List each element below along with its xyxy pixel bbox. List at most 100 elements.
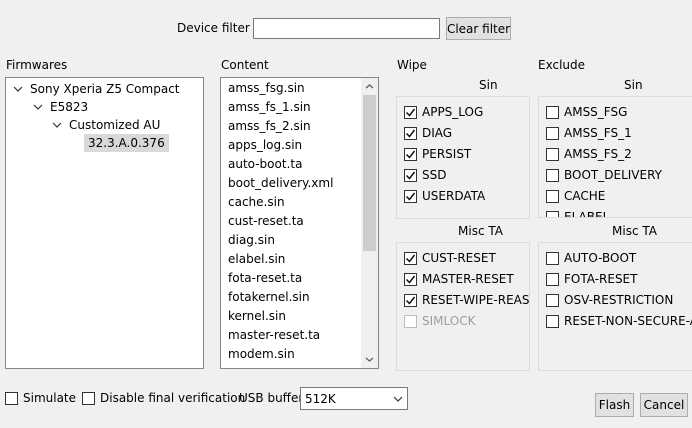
disable-verification-label: Disable final verification — [100, 391, 246, 405]
exclude-ta-fota-reset[interactable]: FOTA-RESET — [546, 270, 637, 288]
wipe-sin-userdata[interactable]: USERDATA — [404, 187, 485, 205]
checkbox-label: AMSS_FS_2 — [564, 147, 632, 161]
checkbox[interactable] — [546, 147, 559, 161]
firmwares-tree[interactable]: Sony Xperia Z5 Compact E5823 Customized … — [5, 77, 204, 369]
list-item[interactable]: modem.sin — [228, 345, 295, 364]
disable-verification-checkbox[interactable] — [82, 391, 95, 405]
checkbox-label: SSD — [422, 168, 447, 182]
checkbox[interactable] — [404, 147, 417, 161]
exclude-sin-cache[interactable]: CACHE — [546, 187, 605, 205]
checkbox — [404, 314, 417, 328]
checkbox-label: APPS_LOG — [422, 105, 484, 119]
checkbox[interactable] — [546, 126, 559, 140]
exclude-sin-amss-fs-2[interactable]: AMSS_FS_2 — [546, 145, 632, 163]
wipe-sin-diag[interactable]: DIAG — [404, 124, 452, 142]
checkbox[interactable] — [546, 314, 559, 328]
chevron-down-icon[interactable] — [51, 116, 63, 134]
flash-button[interactable]: Flash — [595, 393, 634, 417]
device-filter-label: Device filter : — [177, 21, 258, 35]
disable-verification-option[interactable]: Disable final verification — [82, 389, 245, 407]
checkbox[interactable] — [546, 105, 559, 119]
exclude-ta-group: AUTO-BOOT FOTA-RESET OSV-RESTRICTION RES… — [538, 242, 692, 371]
scrollbar-thumb[interactable] — [363, 95, 376, 251]
list-item[interactable]: cust-reset.ta — [228, 212, 304, 231]
arrow-down-icon[interactable] — [361, 351, 378, 368]
exclude-ta-reset-non-secure-adb[interactable]: RESET-NON-SECURE-ADB — [546, 312, 692, 330]
clear-filter-button[interactable]: Clear filter — [446, 17, 511, 40]
wipe-sin-title: Sin — [479, 78, 498, 92]
list-item[interactable]: amss_fsg.sin — [228, 79, 305, 98]
checkbox[interactable] — [546, 251, 559, 265]
checkbox-label: ELABEL — [564, 210, 610, 218]
chevron-down-icon[interactable] — [32, 98, 44, 116]
wipe-sin-group: APPS_LOG DIAG PERSIST SSD USERDATA — [396, 96, 530, 219]
content-scrollbar[interactable] — [361, 78, 378, 368]
wipe-ta-group: CUST-RESET MASTER-RESET RESET-WIPE-REASO… — [396, 242, 530, 371]
exclude-title: Exclude — [538, 58, 586, 72]
tree-node-version[interactable]: 32.3.A.0.376 — [84, 134, 169, 152]
simulate-option[interactable]: Simulate — [5, 389, 76, 407]
list-item[interactable]: fota-reset.ta — [228, 269, 302, 288]
checkbox[interactable] — [546, 272, 559, 286]
exclude-sin-elabel[interactable]: ELABEL — [546, 208, 610, 218]
wipe-sin-persist[interactable]: PERSIST — [404, 145, 471, 163]
arrow-up-icon[interactable] — [361, 78, 378, 95]
exclude-sin-title: Sin — [624, 78, 643, 92]
wipe-ta-master-reset[interactable]: MASTER-RESET — [404, 270, 514, 288]
tree-node-region[interactable]: Customized AU — [51, 116, 160, 134]
checkbox[interactable] — [546, 189, 559, 203]
list-item[interactable]: master-reset.ta — [228, 326, 320, 345]
checkbox[interactable] — [404, 189, 417, 203]
checkbox-label: SIMLOCK — [422, 314, 476, 328]
checkbox[interactable] — [404, 293, 417, 307]
checkbox-label: FOTA-RESET — [564, 272, 638, 286]
list-item[interactable]: diag.sin — [228, 231, 275, 250]
checkbox[interactable] — [404, 272, 417, 286]
exclude-sin-amss-fsg[interactable]: AMSS_FSG — [546, 103, 627, 121]
list-item[interactable]: kernel.sin — [228, 307, 286, 326]
list-item[interactable]: auto-boot.ta — [228, 155, 302, 174]
exclude-ta-osv-restriction[interactable]: OSV-RESTRICTION — [546, 291, 673, 309]
wipe-sin-ssd[interactable]: SSD — [404, 166, 446, 184]
content-list[interactable]: amss_fsg.sin amss_fs_1.sin amss_fs_2.sin… — [220, 77, 379, 369]
checkbox[interactable] — [546, 293, 559, 307]
checkbox[interactable] — [546, 210, 559, 217]
list-item[interactable]: apps_log.sin — [228, 136, 302, 155]
list-item[interactable]: boot_delivery.xml — [228, 174, 333, 193]
wipe-ta-title: Misc TA — [458, 224, 503, 238]
checkmark-icon — [405, 192, 416, 201]
simulate-checkbox[interactable] — [5, 391, 18, 405]
cancel-button[interactable]: Cancel — [640, 393, 688, 417]
tree-node-model[interactable]: E5823 — [32, 98, 88, 116]
checkbox-label: RESET-NON-SECURE-ADB — [564, 314, 692, 328]
content-title: Content — [221, 58, 269, 72]
list-item[interactable]: amss_fs_1.sin — [228, 98, 311, 117]
device-filter-input[interactable] — [253, 18, 440, 39]
chevron-down-icon[interactable] — [12, 80, 24, 98]
exclude-sin-boot-delivery[interactable]: BOOT_DELIVERY — [546, 166, 662, 184]
checkbox[interactable] — [404, 105, 417, 119]
checkbox[interactable] — [404, 251, 417, 265]
list-item[interactable]: cache.sin — [228, 193, 285, 212]
wipe-sin-apps-log[interactable]: APPS_LOG — [404, 103, 483, 121]
checkbox[interactable] — [404, 168, 417, 182]
checkbox-label: RESET-WIPE-REASON — [422, 293, 530, 307]
checkbox[interactable] — [404, 126, 417, 140]
checkbox[interactable] — [546, 168, 559, 182]
firmwares-title: Firmwares — [6, 58, 68, 72]
tree-node-device[interactable]: Sony Xperia Z5 Compact — [12, 80, 180, 98]
list-item[interactable]: elabel.sin — [228, 250, 285, 269]
wipe-ta-cust-reset[interactable]: CUST-RESET — [404, 249, 496, 267]
tree-node-label-selected: 32.3.A.0.376 — [84, 134, 169, 152]
exclude-ta-auto-boot[interactable]: AUTO-BOOT — [546, 249, 636, 267]
tree-node-label: E5823 — [50, 100, 89, 114]
wipe-ta-reset-wipe-reason[interactable]: RESET-WIPE-REASON — [404, 291, 530, 309]
checkmark-icon — [405, 296, 416, 305]
list-item[interactable]: fotakernel.sin — [228, 288, 310, 307]
chevron-down-icon[interactable] — [389, 388, 407, 409]
exclude-sin-amss-fs-1[interactable]: AMSS_FS_1 — [546, 124, 632, 142]
wipe-title: Wipe — [397, 58, 427, 72]
list-item[interactable]: amss_fs_2.sin — [228, 117, 311, 136]
usb-buffer-select[interactable]: 512K — [300, 387, 408, 410]
checkbox-label: DIAG — [422, 126, 453, 140]
